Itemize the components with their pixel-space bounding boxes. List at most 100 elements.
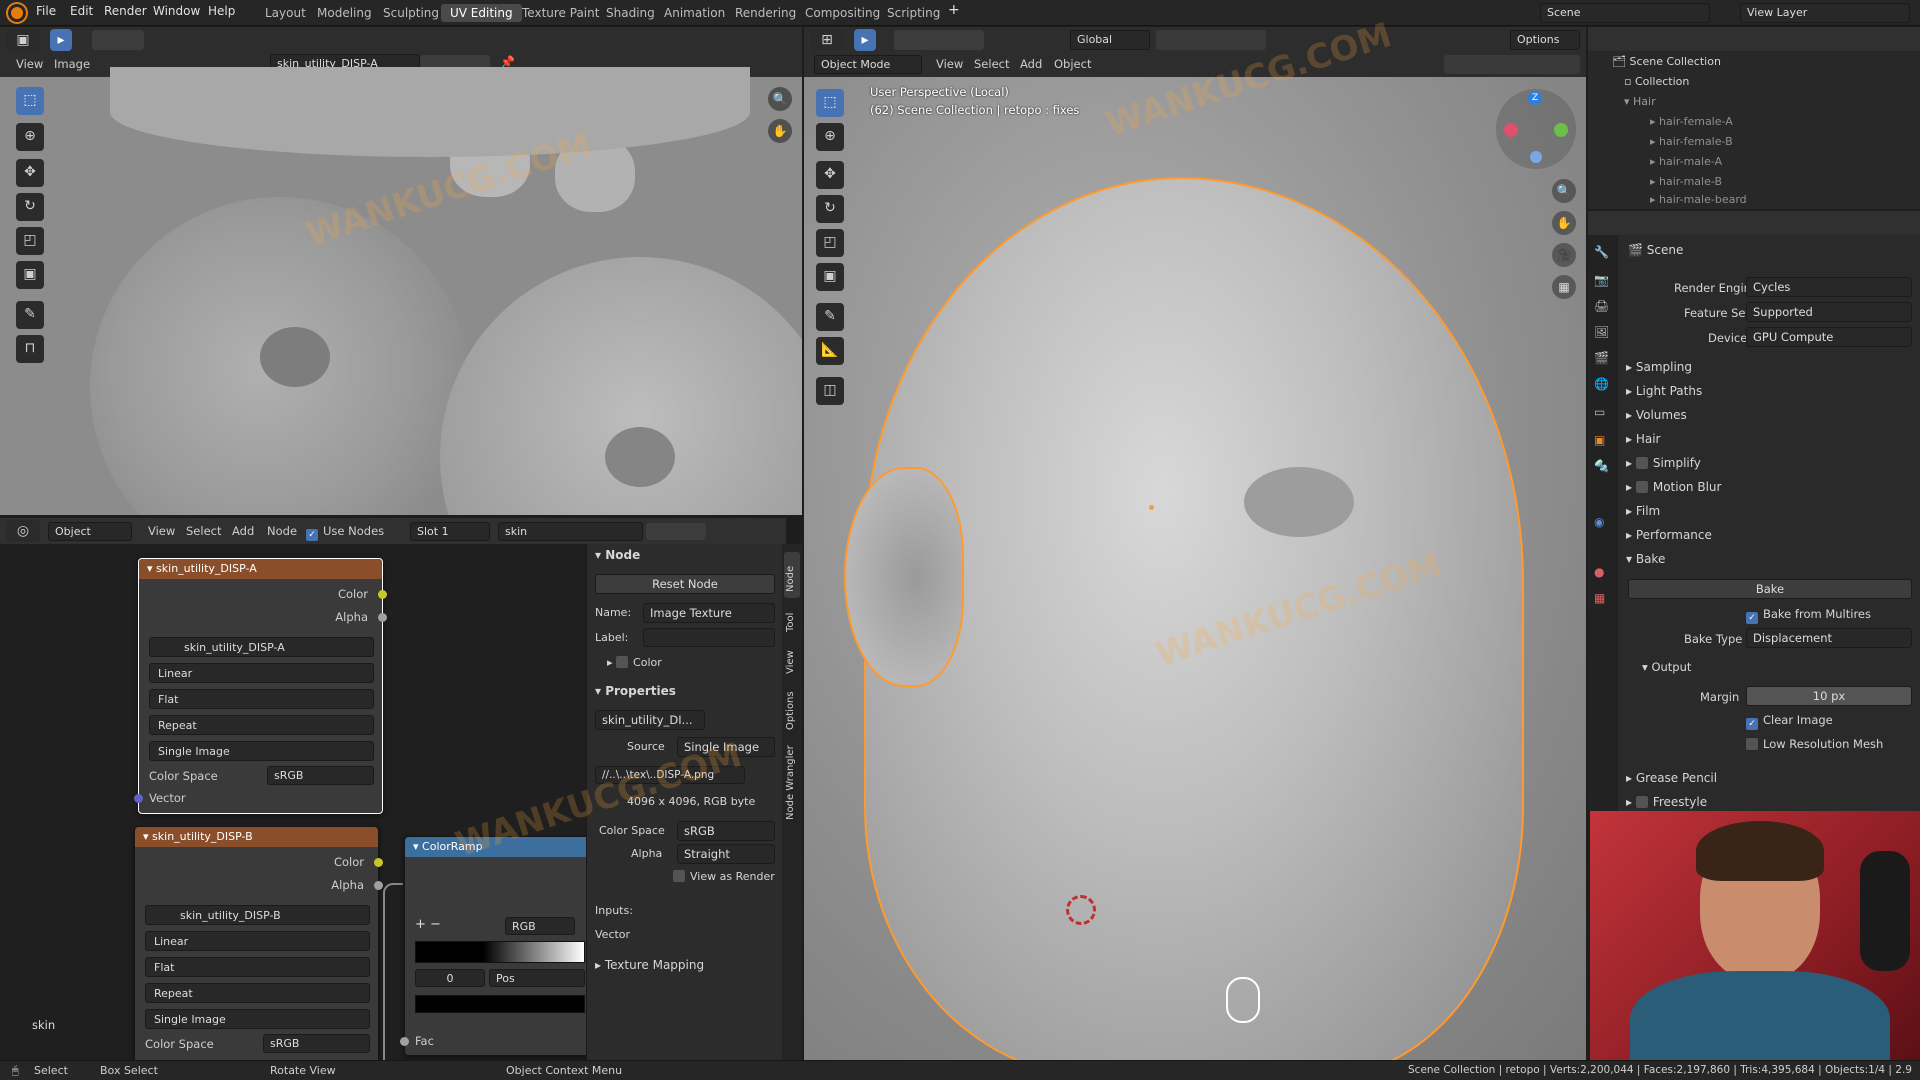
shader-type-selector[interactable]: Object (48, 522, 132, 541)
vp-scale-tool-icon[interactable]: ◰ (816, 229, 844, 257)
object-mode-selector[interactable]: Object Mode (814, 55, 922, 74)
tab-options[interactable]: Options (784, 684, 800, 732)
tab-tool[interactable]: Tool (784, 602, 800, 638)
panel-volumes[interactable]: ▸ Volumes (1626, 408, 1687, 422)
color-checkbox[interactable] (616, 656, 629, 668)
select-mode-icons[interactable] (92, 30, 144, 50)
image-texture-node-b[interactable]: ▾ skin_utility_DISP-B Color Alpha skin_u… (134, 826, 383, 1060)
node-a-projection[interactable]: Flat (149, 689, 374, 709)
vp-measure-tool-icon[interactable]: 📐 (816, 337, 844, 365)
outliner-scene-collection[interactable]: 🗂 Scene Collection (1612, 55, 1721, 68)
node-a-header[interactable]: ▾ skin_utility_DISP-A (139, 559, 382, 579)
view-layer-selector[interactable]: View Layer (1740, 3, 1910, 23)
clear-image-checkbox[interactable]: ✓ Clear Image (1746, 713, 1833, 730)
editor-type-icon[interactable]: ▣ (6, 29, 40, 51)
node-b-interpolation[interactable]: Linear (145, 931, 370, 951)
tab-view[interactable]: View (784, 642, 800, 678)
zoom-icon[interactable]: 🔍 (768, 87, 792, 111)
scene-tab-icon[interactable]: 🎬 (1594, 351, 1612, 369)
shading-mode-icons[interactable] (1444, 55, 1580, 74)
node-a-color-socket[interactable] (378, 590, 387, 599)
node-menu-select[interactable]: Select (186, 524, 221, 538)
pan-hand-icon[interactable]: ✋ (768, 119, 792, 143)
uv-select-icon[interactable]: ▸ (50, 29, 72, 51)
gizmo-x-icon[interactable] (1504, 123, 1518, 137)
node-menu-add[interactable]: Add (232, 524, 254, 538)
vp-select-tool-icon[interactable]: ⬚ (816, 89, 844, 117)
outliner[interactable]: 🗂 Scene Collection ▫ Collection ▾ Hair ▸… (1588, 27, 1920, 209)
panel-bake[interactable]: ▾ Bake (1626, 552, 1665, 566)
tab-compositing[interactable]: Compositing (796, 4, 889, 22)
menu-file[interactable]: File (36, 4, 56, 18)
annotate-tool-icon[interactable]: ✎ (16, 301, 44, 329)
low-res-checkbox[interactable]: Low Resolution Mesh (1746, 737, 1883, 751)
vp-cursor-tool-icon[interactable]: ⊕ (816, 123, 844, 151)
physics-tab-icon[interactable]: ◉ (1594, 515, 1612, 533)
reset-node-button[interactable]: Reset Node (595, 574, 775, 594)
blender-logo-icon[interactable] (8, 4, 26, 22)
node-b-color-socket[interactable] (374, 858, 383, 867)
tab-node[interactable]: Node (784, 552, 800, 598)
collection-tab-icon[interactable]: ▭ (1594, 405, 1612, 423)
tool-tab-icon[interactable]: 🔧 (1594, 245, 1612, 263)
cursor-tool-icon[interactable]: ⊕ (16, 123, 44, 151)
node-a-image-selector[interactable]: skin_utility_DISP-A (149, 637, 374, 657)
use-nodes-checkbox[interactable]: ✓ Use Nodes (306, 524, 384, 541)
vp-add-cube-tool-icon[interactable]: ◫ (816, 377, 844, 405)
viewport-menu-view[interactable]: View (936, 57, 963, 71)
panel-sampling[interactable]: ▸ Sampling (1626, 360, 1692, 374)
render-engine-field[interactable]: Cycles (1746, 277, 1912, 297)
node-a-interpolation[interactable]: Linear (149, 663, 374, 683)
viewport-menu-add[interactable]: Add (1020, 57, 1042, 71)
node-b-extension[interactable]: Repeat (145, 983, 370, 1003)
node-b-colorspace[interactable]: sRGB (263, 1034, 370, 1053)
panel-properties-header[interactable]: ▾ Properties (595, 684, 676, 698)
menu-help[interactable]: Help (208, 4, 235, 18)
output-tab-icon[interactable]: 🖨 (1594, 299, 1612, 317)
texture-tab-icon[interactable]: ▦ (1594, 591, 1612, 609)
material-selector[interactable]: skin (498, 522, 643, 541)
source-field[interactable]: Single Image (677, 737, 775, 757)
device-field[interactable]: GPU Compute (1746, 327, 1912, 347)
select-box-tool-icon[interactable]: ⬚ (16, 87, 44, 115)
image-texture-node-a[interactable]: ▾ skin_utility_DISP-A Color Alpha skin_u… (134, 558, 387, 814)
modifier-tab-icon[interactable]: 🔩 (1594, 459, 1612, 477)
node-menu-view[interactable]: View (148, 524, 175, 538)
tab-rendering[interactable]: Rendering (726, 4, 805, 22)
add-workspace-icon[interactable]: + (948, 2, 960, 18)
alpha-field[interactable]: Straight (677, 844, 775, 864)
node-a-alpha-socket[interactable] (378, 613, 387, 622)
menu-edit[interactable]: Edit (70, 4, 93, 18)
sidebar-image-selector[interactable]: skin_utility_DI... (595, 710, 705, 730)
transform-tool-icon[interactable]: ▣ (16, 261, 44, 289)
sidebar-cs-field[interactable]: sRGB (677, 821, 775, 841)
tab-uv-editing[interactable]: UV Editing (441, 4, 522, 22)
navigation-gizmo[interactable]: Z (1496, 89, 1576, 169)
scene-selector[interactable]: Scene (1540, 3, 1710, 23)
filepath-field[interactable]: //..\..\tex\..DISP-A.png (595, 766, 745, 784)
node-b-projection[interactable]: Flat (145, 957, 370, 977)
3d-viewport[interactable]: ⊞ ▸ Global Options Object Mode View Sele… (804, 27, 1586, 1060)
color-subpanel[interactable]: ▸ Color (607, 656, 662, 669)
vp-camera-icon[interactable]: 🎥 (1552, 243, 1576, 267)
simplify-checkbox[interactable] (1635, 457, 1648, 469)
viewport-editor-type-icon[interactable]: ⊞ (810, 29, 844, 51)
world-tab-icon[interactable]: 🌐 (1594, 377, 1612, 395)
colorramp-node[interactable]: ▾ ColorRamp + − RGB 0 Pos Fac (400, 836, 594, 1056)
texture-mapping-panel[interactable]: ▸ Texture Mapping (595, 958, 704, 972)
node-a-extension[interactable]: Repeat (149, 715, 374, 735)
viewport-select-modes[interactable] (894, 30, 984, 50)
bake-multires-checkbox[interactable]: ✓ Bake from Multires (1746, 607, 1871, 624)
freestyle-checkbox[interactable] (1635, 796, 1648, 808)
panel-hair[interactable]: ▸ Hair (1626, 432, 1661, 446)
gizmo-z-icon[interactable]: Z (1528, 91, 1542, 105)
transform-orientation[interactable]: Global (1070, 30, 1150, 50)
menu-window[interactable]: Window (153, 4, 200, 18)
scale-tool-icon[interactable]: ◰ (16, 227, 44, 255)
node-b-alpha-socket[interactable] (374, 881, 383, 890)
move-tool-icon[interactable]: ✥ (16, 159, 44, 187)
outliner-item[interactable]: ▸ hair-female-A (1650, 115, 1733, 128)
motion-blur-checkbox[interactable] (1635, 481, 1648, 493)
viewport-menu-object[interactable]: Object (1054, 57, 1091, 71)
node-b-image-selector[interactable]: skin_utility_DISP-B (145, 905, 370, 925)
